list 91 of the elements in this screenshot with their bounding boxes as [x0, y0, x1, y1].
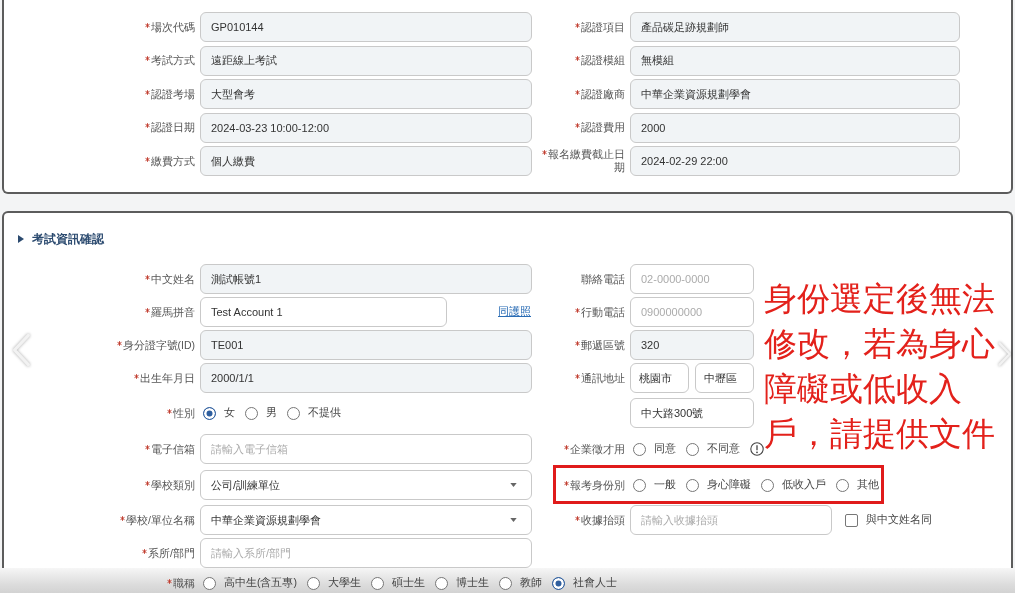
readonly-field: 個人繳費	[200, 146, 532, 176]
caret-right-icon[interactable]	[18, 235, 24, 243]
radio-button[interactable]	[499, 576, 512, 590]
field-label: 通訊地址	[581, 371, 625, 384]
readonly-field: 320	[630, 330, 754, 360]
field-label: 報考身份別	[570, 478, 625, 491]
option-label[interactable]: 教師	[520, 576, 542, 590]
field-label: 認證考場	[151, 87, 195, 100]
field-label: 學校/單位名稱	[126, 513, 195, 526]
section-title: 考試資訊確認	[32, 231, 104, 247]
text-field[interactable]: 桃園市	[630, 363, 689, 393]
field-label: 系所/部門	[148, 546, 195, 559]
field-label: 羅馬拼音	[151, 305, 195, 318]
readonly-field: 2024-03-23 10:00-12:00	[200, 112, 532, 143]
radio-button[interactable]	[371, 576, 384, 590]
radio-button[interactable]	[836, 478, 849, 492]
readonly-field: TE001	[200, 330, 532, 360]
option-label[interactable]: 同意	[654, 442, 676, 456]
option-label[interactable]: 不提供	[308, 406, 341, 420]
radio-button[interactable]	[633, 478, 646, 492]
readonly-field: 產品碳足跡規劃師	[630, 12, 960, 42]
field-label: 身分證字號(ID)	[122, 338, 195, 351]
link[interactable]: 同護照	[498, 305, 531, 319]
field-label: 收據抬頭	[581, 513, 625, 526]
radio-button[interactable]	[761, 478, 774, 492]
readonly-field: 2000/1/1	[200, 363, 532, 393]
field-label: 認證日期	[151, 121, 195, 133]
radio-button[interactable]	[203, 406, 216, 420]
option-label[interactable]: 碩士生	[392, 576, 425, 590]
text-field[interactable]: 中大路300號	[630, 398, 754, 428]
text-field[interactable]: 請輸入收據抬頭	[630, 505, 832, 535]
field-label: 報名繳費截止日期	[548, 148, 625, 173]
field-label: 場次代碼	[151, 20, 195, 33]
field-label: 出生年月日	[140, 371, 195, 384]
field-label: 中文姓名	[151, 272, 195, 285]
field-label: 行動電話	[581, 305, 625, 318]
option-label[interactable]: 不同意	[707, 442, 740, 456]
text-field[interactable]: 0900000000	[630, 297, 754, 327]
select-field[interactable]: 中華企業資源規劃學會	[200, 505, 532, 535]
radio-button[interactable]	[203, 576, 216, 590]
option-label[interactable]: 高中生(含五專)	[224, 576, 297, 590]
select-field[interactable]: 公司/訓練單位	[200, 470, 532, 500]
option-label[interactable]: 身心障礙	[707, 478, 751, 492]
text-field[interactable]: 請輸入電子信箱	[200, 434, 532, 464]
field-label: 認證項目	[581, 20, 625, 33]
field-label: 學校類別	[151, 478, 195, 491]
radio-button[interactable]	[686, 478, 699, 492]
radio-button[interactable]	[686, 442, 699, 456]
radio-button[interactable]	[435, 576, 448, 590]
radio-button[interactable]	[287, 406, 300, 420]
field-label: 企業徵才用	[570, 442, 625, 455]
option-label[interactable]: 社會人士	[573, 576, 617, 590]
checkbox-label[interactable]: 與中文姓名同	[866, 513, 932, 527]
text-field[interactable]: 02-0000-0000	[630, 264, 754, 294]
readonly-field: 2000	[630, 112, 960, 143]
option-label[interactable]: 女	[224, 406, 235, 420]
option-label[interactable]: 低收入戶	[782, 478, 826, 492]
field-label: 性別	[173, 406, 195, 419]
readonly-field: 測試帳號1	[200, 264, 532, 294]
option-label[interactable]: 一般	[654, 478, 676, 492]
text-field[interactable]: Test Account 1	[200, 297, 447, 327]
caret-down-icon	[510, 518, 517, 522]
exclamation-icon[interactable]	[750, 442, 764, 456]
radio-button[interactable]	[307, 576, 320, 590]
option-label[interactable]: 其他	[857, 478, 879, 492]
option-label[interactable]: 博士生	[456, 576, 489, 590]
readonly-field: 無模組	[630, 45, 960, 76]
option-label[interactable]: 大學生	[328, 576, 361, 590]
readonly-field: 2024-02-29 22:00	[630, 146, 960, 176]
checkbox[interactable]	[845, 513, 858, 527]
field-label: 郵遞區號	[581, 338, 625, 351]
field-label: 考試方式	[151, 54, 195, 66]
radio-button[interactable]	[552, 576, 565, 590]
field-label: 聯絡電話	[581, 272, 625, 285]
field-label: 電子信箱	[151, 442, 195, 455]
caret-down-icon	[510, 483, 517, 487]
field-label: 認證費用	[581, 121, 625, 133]
field-label: 認證模組	[581, 54, 625, 66]
field-label: 職稱	[173, 576, 195, 589]
text-field[interactable]: 請輸入系所/部門	[200, 538, 532, 568]
readonly-field: 遠距線上考試	[200, 45, 532, 76]
annotation-text: 身份選定後無法修改，若為身心障礙或低收入戶，請提供文件	[764, 278, 996, 455]
field-label: 認證廠商	[581, 87, 625, 100]
radio-button[interactable]	[245, 406, 258, 420]
text-field[interactable]: 中壢區	[695, 363, 754, 393]
readonly-field: 中華企業資源規劃學會	[630, 79, 960, 109]
readonly-field: 大型會考	[200, 79, 532, 109]
radio-button[interactable]	[633, 442, 646, 456]
readonly-field: GP010144	[200, 12, 532, 42]
field-label: 繳費方式	[151, 154, 195, 167]
option-label[interactable]: 男	[266, 406, 277, 420]
